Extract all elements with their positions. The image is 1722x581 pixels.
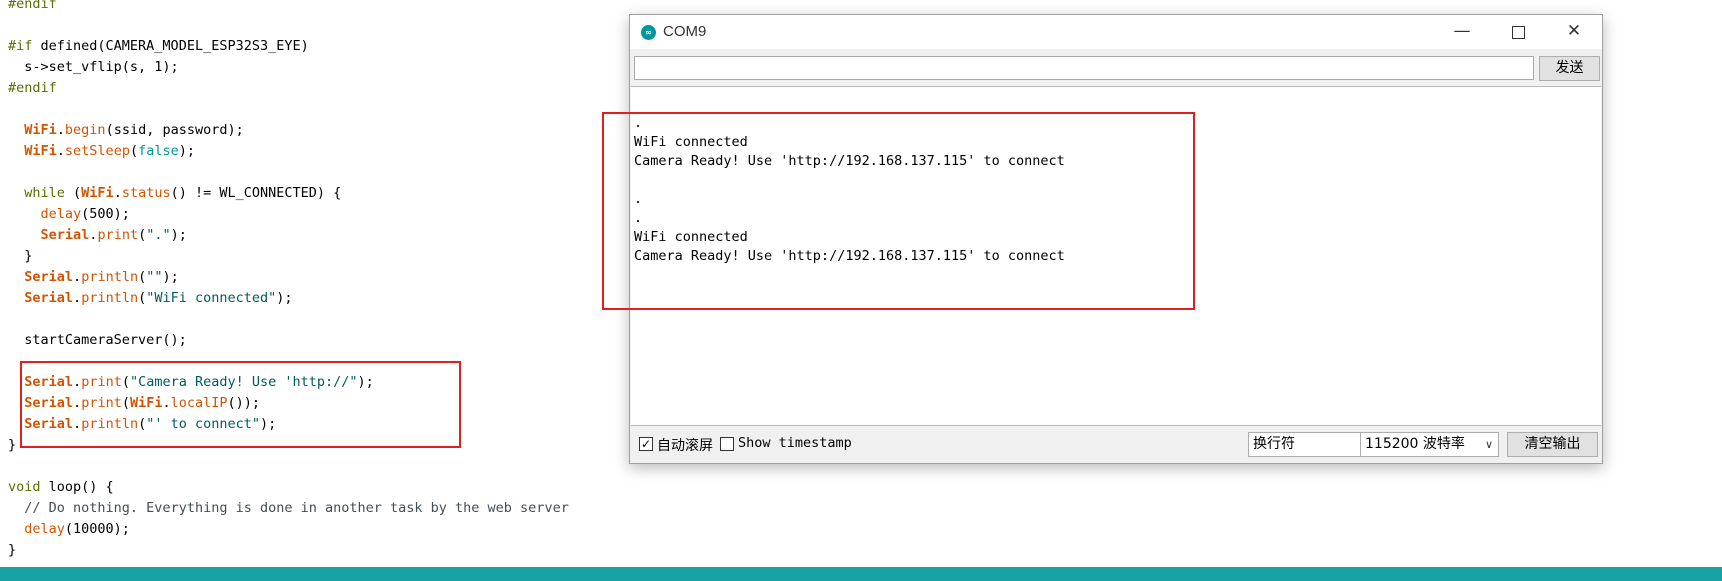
send-button[interactable]: 发送 (1539, 56, 1600, 81)
code-line: } (8, 542, 17, 558)
chevron-down-icon: ∨ (1484, 438, 1493, 451)
code-line: WiFi.setSleep(false); (24, 143, 195, 159)
code-line: #if defined(CAMERA_MODEL_ESP32S3_EYE) (8, 38, 309, 54)
autoscroll-label: 自动滚屏 (657, 438, 713, 454)
code-line: WiFi.begin(ssid, password); (24, 122, 244, 138)
send-input[interactable] (634, 56, 1534, 80)
status-bar (0, 567, 1722, 581)
close-icon: ✕ (1566, 21, 1582, 41)
code-line: delay(10000); (24, 521, 130, 537)
window-title: COM9 (663, 23, 707, 40)
baud-rate-select[interactable]: 115200 波特率 ∨ (1360, 432, 1499, 457)
minimize-icon: — (1453, 21, 1471, 41)
code-line: // Do nothing. Everything is done in ano… (24, 500, 569, 516)
code-line: Serial.println("WiFi connected"); (24, 290, 293, 306)
maximize-button[interactable] (1490, 15, 1546, 49)
highlight-box-output (602, 112, 1195, 310)
code-line: s->set_vflip(s, 1); (8, 59, 179, 75)
clear-output-button[interactable]: 清空输出 (1507, 432, 1598, 457)
baud-rate-value: 115200 波特率 (1365, 436, 1465, 452)
arduino-icon: ∞ (641, 25, 656, 40)
bottom-toolbar: ✓ 自动滚屏 Show timestamp 换行符 ∨ 115200 波特率 ∨… (630, 427, 1602, 463)
code-line: delay(500); (40, 206, 130, 222)
code-line: } (8, 437, 17, 453)
close-button[interactable]: ✕ (1546, 15, 1602, 49)
code-line: Serial.println(""); (24, 269, 179, 285)
highlight-box-code (20, 361, 461, 448)
line-ending-value: 换行符 (1253, 436, 1295, 452)
code-line: #endif (8, 0, 57, 12)
code-line: void loop() { (8, 479, 114, 495)
code-line: startCameraServer(); (8, 332, 187, 348)
code-line: Serial.print("."); (40, 227, 187, 243)
code-line: #endif (8, 80, 57, 96)
code-line: while (WiFi.status() != WL_CONNECTED) { (24, 185, 342, 201)
autoscroll-checkbox[interactable]: ✓ (639, 437, 653, 451)
maximize-icon (1511, 26, 1525, 39)
minimize-button[interactable]: — (1434, 15, 1490, 49)
timestamp-checkbox[interactable] (720, 437, 734, 451)
timestamp-label: Show timestamp (738, 435, 852, 451)
code-line: } (8, 248, 33, 264)
title-bar[interactable]: ∞ COM9 — ✕ (630, 15, 1602, 49)
